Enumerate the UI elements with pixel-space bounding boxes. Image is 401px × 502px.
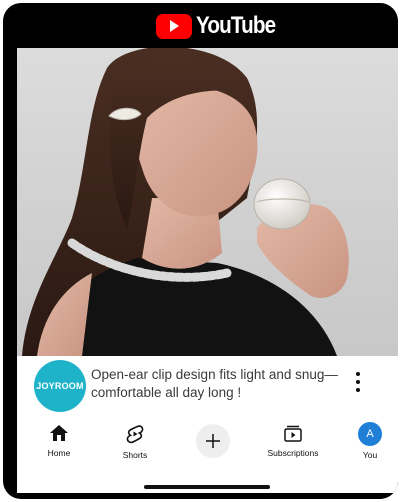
bottom-navigation: Home Shorts Subscriptions A You <box>17 418 398 470</box>
nav-item-you[interactable]: A You <box>350 418 390 470</box>
nav-label-subscriptions: Subscriptions <box>267 448 319 458</box>
create-button[interactable] <box>196 424 230 458</box>
phone-frame: YouTube JOYROOM Open-ear clip design fit… <box>3 3 398 499</box>
nav-item-shorts[interactable]: Shorts <box>113 418 157 470</box>
ad-description[interactable]: Open-ear clip design fits light and snug… <box>91 366 341 402</box>
nav-item-subscriptions[interactable]: Subscriptions <box>257 418 329 470</box>
home-icon <box>50 425 68 441</box>
channel-avatar[interactable]: JOYROOM <box>34 360 86 412</box>
nav-label-you: You <box>362 450 378 460</box>
app-screen: JOYROOM Open-ear clip design fits light … <box>17 48 398 493</box>
nav-item-home[interactable]: Home <box>37 418 81 470</box>
nav-label-home: Home <box>47 448 71 458</box>
play-icon <box>156 13 192 39</box>
brand-wordmark: YouTube <box>196 12 276 39</box>
avatar: A <box>358 422 382 446</box>
model-illustration <box>22 48 349 356</box>
shorts-icon <box>126 425 144 444</box>
youtube-logo[interactable]: YouTube <box>156 12 288 39</box>
channel-avatar-label: JOYROOM <box>36 381 84 391</box>
home-indicator[interactable] <box>144 485 270 489</box>
top-bar: YouTube <box>3 3 398 48</box>
nav-label-shorts: Shorts <box>122 450 148 460</box>
avatar-letter: A <box>366 428 374 440</box>
plus-icon <box>206 434 220 448</box>
ad-hero-image[interactable] <box>17 48 398 356</box>
subscriptions-icon <box>284 425 302 442</box>
ad-info-row: JOYROOM Open-ear clip design fits light … <box>17 356 398 418</box>
more-options-icon[interactable] <box>347 368 369 404</box>
